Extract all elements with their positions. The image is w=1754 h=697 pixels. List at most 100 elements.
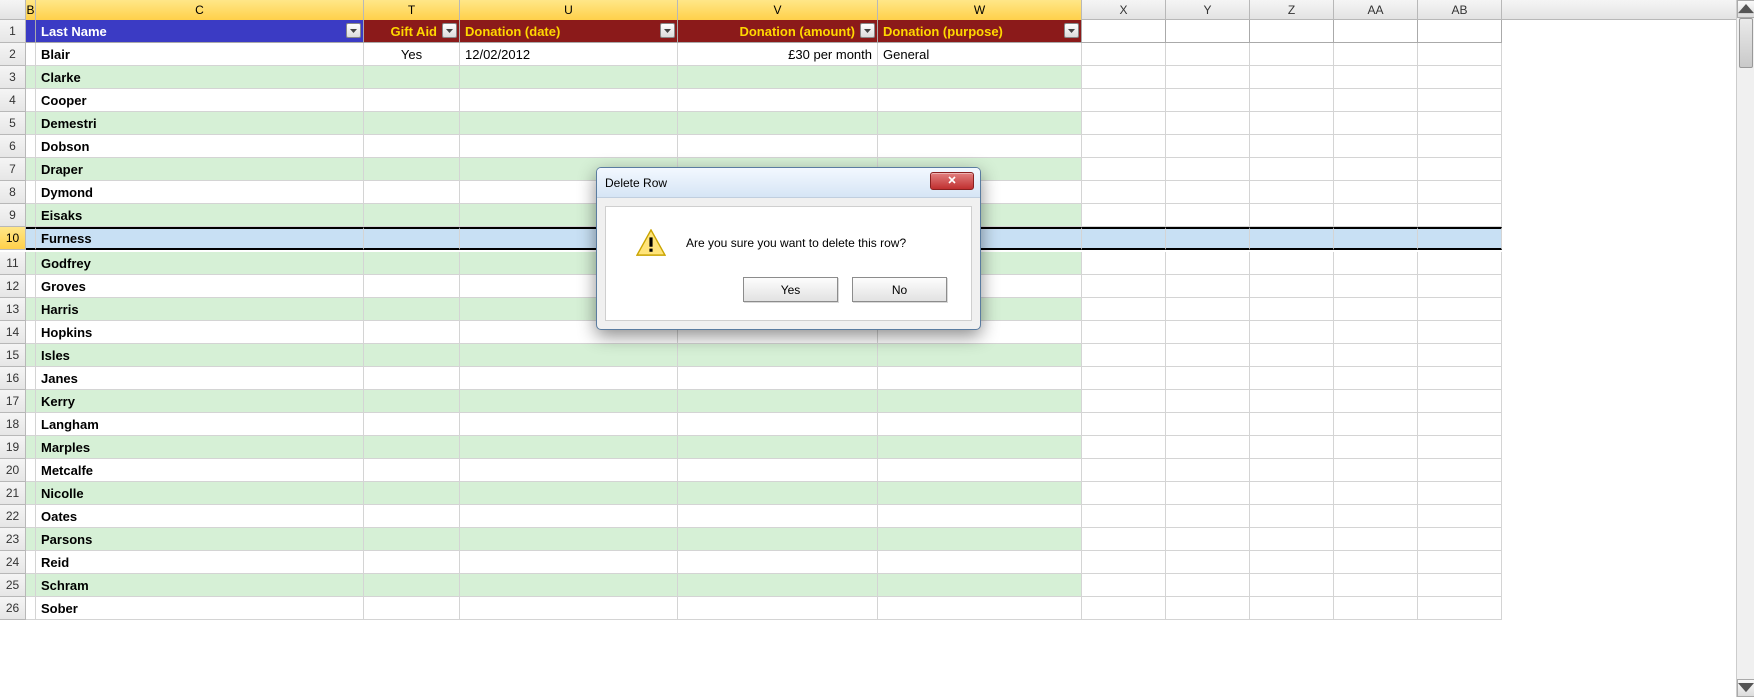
cell[interactable] [1418,275,1502,298]
cell[interactable] [26,436,36,459]
cell-donation-amount[interactable] [678,482,878,505]
cell[interactable] [1082,597,1166,620]
cell[interactable] [1418,367,1502,390]
cell[interactable] [1334,436,1418,459]
header-donation-purpose[interactable]: Donation (purpose) [878,20,1082,43]
row-header[interactable]: 12 [0,275,26,298]
cell-last-name[interactable]: Metcalfe [36,459,364,482]
cell[interactable] [1166,413,1250,436]
cell-donation-amount[interactable] [678,459,878,482]
cell[interactable] [1250,482,1334,505]
cell[interactable] [26,459,36,482]
cell-donation-amount[interactable] [678,89,878,112]
cell-last-name[interactable]: Eisaks [36,204,364,227]
cell-donation-date[interactable] [460,367,678,390]
cell-donation-date[interactable] [460,574,678,597]
cell[interactable] [26,505,36,528]
cell[interactable] [1082,321,1166,344]
cell-last-name[interactable]: Marples [36,436,364,459]
cell[interactable] [1418,436,1502,459]
yes-button[interactable]: Yes [743,277,838,302]
cell-gift-aid[interactable] [364,574,460,597]
cell[interactable] [1250,505,1334,528]
cell-donation-date[interactable] [460,89,678,112]
cell[interactable] [26,89,36,112]
cell[interactable] [1166,321,1250,344]
cell[interactable] [26,413,36,436]
row-header[interactable]: 9 [0,204,26,227]
table-row[interactable]: 15Isles [0,344,1754,367]
cell[interactable] [1334,551,1418,574]
cell[interactable] [1082,390,1166,413]
cell-donation-purpose[interactable] [878,367,1082,390]
cell[interactable] [1334,482,1418,505]
cell-gift-aid[interactable] [364,344,460,367]
cell-donation-amount[interactable] [678,436,878,459]
cell-donation-amount[interactable] [678,413,878,436]
table-row[interactable]: 19 Marples [0,436,1754,459]
cell[interactable] [26,204,36,227]
cell-last-name[interactable]: Draper [36,158,364,181]
scroll-down-button[interactable] [1737,679,1754,697]
cell-gift-aid[interactable] [364,275,460,298]
cell-gift-aid[interactable] [364,390,460,413]
cell[interactable] [26,390,36,413]
cell[interactable] [1418,158,1502,181]
cell-last-name[interactable]: Janes [36,367,364,390]
col-header-ab[interactable]: AB [1418,0,1502,20]
cell-gift-aid[interactable] [364,89,460,112]
cell[interactable] [1418,574,1502,597]
cell[interactable] [1166,112,1250,135]
cell[interactable] [1334,158,1418,181]
cell-donation-date[interactable] [460,436,678,459]
cell[interactable] [1418,344,1502,367]
cell[interactable] [1418,20,1502,43]
cell[interactable] [1418,528,1502,551]
cell[interactable] [1250,344,1334,367]
cell[interactable] [1334,43,1418,66]
cell-gift-aid[interactable] [364,158,460,181]
select-all-corner[interactable] [0,0,26,20]
cell[interactable] [1166,390,1250,413]
cell[interactable] [1250,43,1334,66]
table-row[interactable]: 16 Janes [0,367,1754,390]
cell[interactable] [1082,20,1166,43]
cell-donation-purpose[interactable] [878,89,1082,112]
row-header[interactable]: 4 [0,89,26,112]
cell-gift-aid[interactable] [364,551,460,574]
row-header[interactable]: 19 [0,436,26,459]
dialog-titlebar[interactable]: Delete Row [597,168,980,198]
cell[interactable] [1418,89,1502,112]
cell[interactable] [26,298,36,321]
cell-donation-purpose[interactable] [878,551,1082,574]
cell[interactable] [1250,66,1334,89]
cell[interactable] [1166,158,1250,181]
cell[interactable] [1418,135,1502,158]
col-header-x[interactable]: X [1082,0,1166,20]
cell-donation-amount[interactable] [678,390,878,413]
cell[interactable] [1166,344,1250,367]
grid-body[interactable]: 1Last NameGift AidDonation (date)Donatio… [0,20,1754,697]
cell-donation-amount[interactable] [678,66,878,89]
cell[interactable] [1334,528,1418,551]
cell[interactable] [1250,135,1334,158]
table-row[interactable]: 20Metcalfe [0,459,1754,482]
cell[interactable] [26,158,36,181]
table-row[interactable]: 24Reid [0,551,1754,574]
cell[interactable] [1166,459,1250,482]
col-header-v[interactable]: V [678,0,878,20]
col-header-t[interactable]: T [364,0,460,20]
cell[interactable] [26,135,36,158]
cell[interactable] [26,597,36,620]
row-header[interactable]: 16 [0,367,26,390]
cell[interactable] [26,275,36,298]
cell[interactable] [1082,112,1166,135]
table-row[interactable]: 18Langham [0,413,1754,436]
cell-donation-date[interactable] [460,528,678,551]
cell[interactable] [1082,43,1166,66]
table-row[interactable]: 17Kerry [0,390,1754,413]
cell-donation-purpose[interactable] [878,574,1082,597]
cell[interactable] [1250,89,1334,112]
cell[interactable] [1418,66,1502,89]
cell[interactable] [1334,20,1418,43]
